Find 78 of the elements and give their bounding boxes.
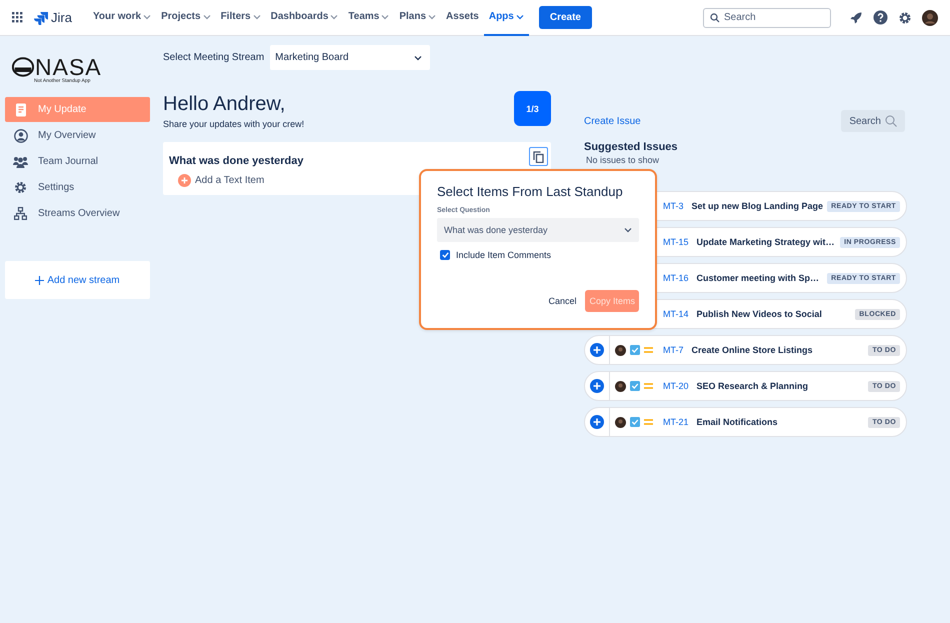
avatar-icon bbox=[615, 344, 626, 356]
avatar-icon bbox=[615, 416, 626, 428]
task-icon bbox=[630, 381, 640, 391]
search-icon bbox=[885, 115, 897, 127]
sidebar-item[interactable]: Streams Overview bbox=[5, 201, 150, 226]
section-heading: Suggested Issues bbox=[584, 141, 679, 153]
chevron-down-icon bbox=[624, 227, 632, 233]
task-icon bbox=[630, 417, 640, 427]
checkbox-label: Include Item Comments bbox=[456, 250, 552, 260]
issue-title: Create Online Store Listings bbox=[692, 345, 814, 355]
plus-icon bbox=[35, 276, 44, 284]
sidebar-item[interactable]: My Overview bbox=[5, 123, 150, 148]
nav-menu-item[interactable]: Plans bbox=[394, 0, 442, 36]
plus-circle-icon bbox=[178, 174, 191, 187]
issue-title: Publish New Videos to Social bbox=[696, 309, 823, 319]
priority-icon bbox=[644, 383, 653, 389]
add-icon[interactable] bbox=[590, 379, 604, 393]
issue-key[interactable]: MT-7 bbox=[663, 345, 684, 355]
nav-menu-item[interactable]: Your work bbox=[88, 0, 156, 36]
rocket-icon[interactable] bbox=[849, 10, 863, 24]
issue-title: Email Notifications bbox=[696, 417, 779, 427]
add-stream-link[interactable]: Add new stream bbox=[35, 274, 120, 286]
issue-title: Customer meeting with Sp… bbox=[696, 273, 820, 283]
issue-title: Update Marketing Strategy wit… bbox=[696, 237, 836, 247]
cancel-button[interactable]: Cancel bbox=[545, 292, 580, 310]
search-icon bbox=[710, 12, 720, 22]
copy-button[interactable] bbox=[529, 147, 548, 166]
product-name: Jira bbox=[51, 10, 72, 25]
logo-title: NASA bbox=[35, 56, 102, 78]
issue-key[interactable]: MT-14 bbox=[663, 309, 689, 319]
chevron-down-icon bbox=[414, 54, 422, 60]
sidebar-item[interactable]: Team Journal bbox=[5, 149, 150, 174]
issue-title: SEO Research & Planning bbox=[696, 381, 810, 391]
nav-menu-item[interactable]: Apps bbox=[484, 0, 529, 36]
nav-menu-item[interactable]: Assets bbox=[441, 0, 484, 36]
question-counter-button[interactable]: 1/3 bbox=[514, 91, 551, 126]
task-icon bbox=[630, 345, 640, 355]
person-icon bbox=[13, 128, 28, 142]
nav-menu-item[interactable]: Dashboards bbox=[266, 0, 344, 36]
priority-icon bbox=[644, 419, 653, 425]
add-icon[interactable] bbox=[590, 415, 604, 429]
search-button[interactable]: Search bbox=[841, 110, 905, 132]
add-icon[interactable] bbox=[590, 343, 604, 357]
jira-logo-icon[interactable] bbox=[34, 10, 48, 24]
stream-label: Select Meeting Stream bbox=[163, 52, 264, 63]
priority-icon bbox=[644, 347, 653, 353]
help-icon[interactable] bbox=[873, 10, 888, 25]
greeting-heading: Hello Andrew, bbox=[163, 93, 286, 116]
nav-menu-item[interactable]: Projects bbox=[156, 0, 216, 36]
issue-key[interactable]: MT-15 bbox=[663, 237, 689, 247]
copy-icon bbox=[533, 150, 544, 162]
sidebar-item[interactable]: Settings bbox=[5, 175, 150, 200]
question-title: What was done yesterday bbox=[169, 155, 304, 167]
team-icon bbox=[13, 156, 28, 168]
hierarchy-icon bbox=[13, 207, 28, 220]
nav-menu-item[interactable]: Teams bbox=[343, 0, 394, 36]
settings-icon[interactable] bbox=[898, 10, 912, 24]
avatar-icon[interactable] bbox=[922, 10, 938, 26]
empty-message: No issues to show bbox=[586, 155, 660, 165]
question-select[interactable]: What was done yesterday bbox=[437, 218, 639, 242]
create-button[interactable]: Create bbox=[538, 6, 592, 29]
greeting-subtitle: Share your updates with your crew! bbox=[163, 119, 304, 129]
checkbox[interactable] bbox=[440, 250, 450, 260]
issue-key[interactable]: MT-3 bbox=[663, 201, 684, 211]
issue-key[interactable]: MT-20 bbox=[663, 381, 689, 391]
search-field[interactable]: Search bbox=[703, 8, 831, 28]
add-text-item-button[interactable]: Add a Text Item bbox=[178, 174, 264, 187]
stream-select[interactable]: Marketing Board bbox=[270, 45, 430, 70]
create-issue-link[interactable]: Create Issue bbox=[584, 116, 641, 126]
nav-menu-item[interactable]: Filters bbox=[216, 0, 266, 36]
document-icon bbox=[13, 102, 28, 116]
settings-icon bbox=[13, 181, 28, 194]
avatar-icon bbox=[615, 380, 626, 392]
issue-key[interactable]: MT-16 bbox=[663, 273, 689, 283]
app-switcher-icon[interactable] bbox=[12, 12, 24, 24]
issue-key[interactable]: MT-21 bbox=[663, 417, 689, 427]
astronaut-helmet-icon bbox=[12, 57, 34, 77]
issue-title: Set up new Blog Landing Page bbox=[692, 201, 824, 211]
